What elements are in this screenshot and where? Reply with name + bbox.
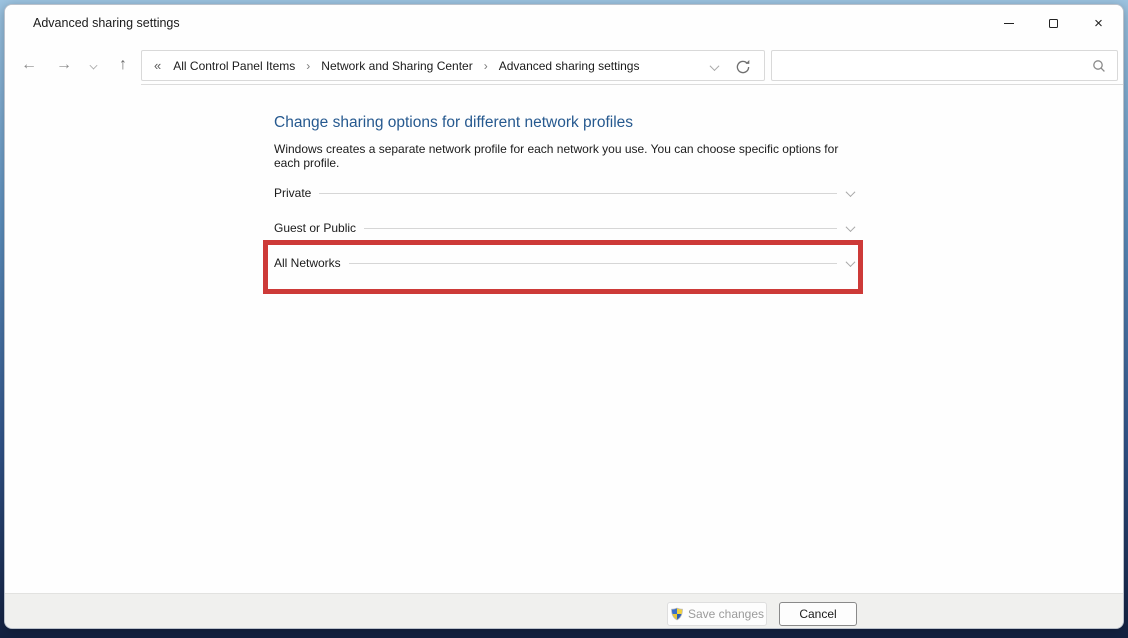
- address-bar[interactable]: « All Control Panel Items › Network and …: [141, 50, 765, 81]
- navigation-bar: ← → ↑ « All Control Panel Items › Networ…: [5, 45, 1123, 85]
- chevron-down-icon: [710, 61, 720, 71]
- profile-section-guest-or-public[interactable]: Guest or Public: [274, 220, 854, 236]
- breadcrumb-item-control-panel[interactable]: All Control Panel Items: [171, 59, 297, 73]
- address-dropdown-button[interactable]: [711, 60, 718, 74]
- search-box: [771, 50, 1118, 81]
- uac-shield-icon: [670, 607, 684, 621]
- close-icon: ×: [1094, 16, 1103, 31]
- divider: [319, 193, 837, 194]
- footer-bar: Save changes Cancel: [5, 593, 1123, 628]
- window-title: Advanced sharing settings: [33, 16, 180, 30]
- up-button[interactable]: ↑: [109, 45, 137, 85]
- refresh-button[interactable]: [734, 58, 752, 76]
- close-button[interactable]: ×: [1076, 5, 1121, 41]
- breadcrumb-overflow-icon[interactable]: «: [154, 58, 161, 73]
- search-icon: [1091, 58, 1107, 74]
- divider: [364, 228, 837, 229]
- breadcrumb-item-advanced-sharing-settings[interactable]: Advanced sharing settings: [497, 59, 642, 73]
- profile-label: All Networks: [274, 256, 341, 270]
- maximize-button[interactable]: [1031, 5, 1076, 41]
- profile-section-private[interactable]: Private: [274, 185, 854, 201]
- minimize-button[interactable]: [986, 5, 1031, 41]
- caption-buttons: ×: [986, 5, 1121, 41]
- save-changes-button[interactable]: Save changes: [667, 602, 767, 626]
- breadcrumb-item-network-sharing-center[interactable]: Network and Sharing Center: [319, 59, 474, 73]
- back-button[interactable]: ←: [15, 45, 43, 85]
- breadcrumb-separator-icon: ›: [306, 59, 310, 73]
- chevron-down-icon: [89, 61, 97, 69]
- page-description: Windows creates a separate network profi…: [274, 142, 840, 170]
- expand-chevron-icon[interactable]: [846, 187, 856, 197]
- title-bar: Advanced sharing settings ×: [5, 5, 1123, 45]
- cancel-button[interactable]: Cancel: [779, 602, 857, 626]
- cancel-label: Cancel: [799, 607, 836, 621]
- main-content: Change sharing options for different net…: [5, 85, 1123, 593]
- search-input[interactable]: [780, 52, 1080, 79]
- save-changes-label: Save changes: [688, 607, 764, 621]
- profile-label: Guest or Public: [274, 221, 356, 235]
- profile-label: Private: [274, 186, 311, 200]
- page-title: Change sharing options for different net…: [274, 114, 633, 132]
- minimize-icon: [1004, 23, 1014, 24]
- refresh-icon: [734, 58, 752, 76]
- profile-section-all-networks[interactable]: All Networks: [274, 255, 854, 271]
- advanced-sharing-settings-window: Advanced sharing settings × ← → ↑ « All …: [4, 4, 1124, 629]
- recent-locations-button[interactable]: [83, 45, 103, 85]
- expand-chevron-icon[interactable]: [846, 222, 856, 232]
- forward-arrow-icon: →: [56, 56, 72, 74]
- divider: [349, 263, 837, 264]
- back-arrow-icon: ←: [21, 56, 37, 74]
- maximize-icon: [1049, 19, 1058, 28]
- breadcrumb-separator-icon: ›: [484, 59, 488, 73]
- up-arrow-icon: ↑: [119, 56, 127, 74]
- forward-button[interactable]: →: [50, 45, 78, 85]
- expand-chevron-icon[interactable]: [846, 257, 856, 267]
